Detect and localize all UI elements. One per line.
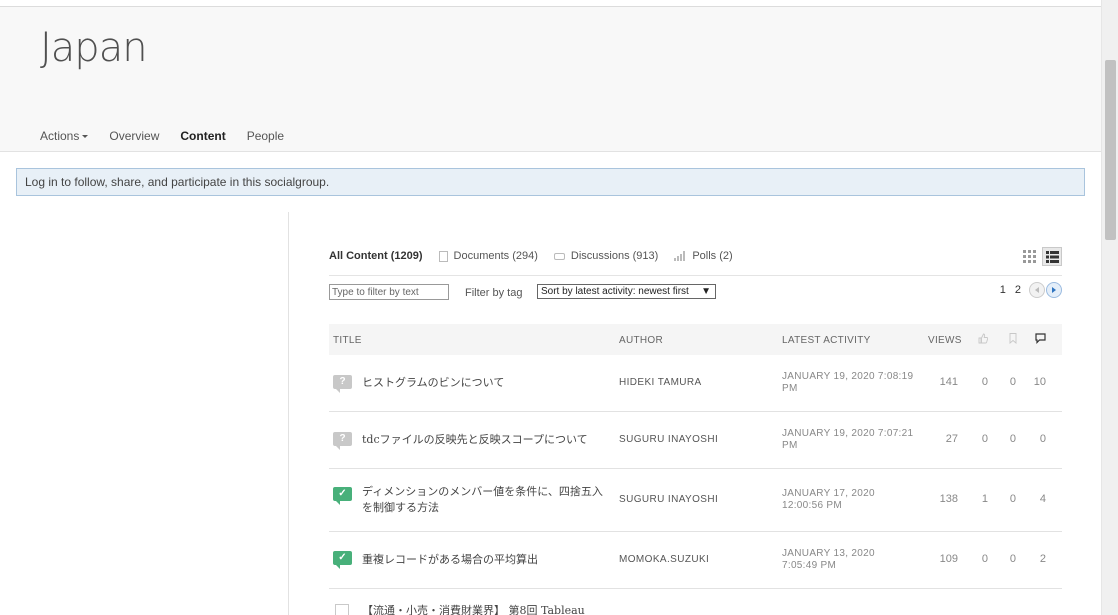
table-row[interactable]: ? ヒストグラムのビンについて HIDEKI TAMURA JANUARY 19… [329, 355, 1062, 412]
tab-discussions-label: Discussions (913) [570, 250, 659, 262]
row-bookmarks: 0 [1009, 376, 1016, 388]
row-views: 138 [939, 493, 958, 505]
tab-all-content[interactable]: All Content (1209) [329, 250, 423, 262]
row-views: 109 [939, 553, 958, 565]
tab-documents[interactable]: Documents (294) [438, 250, 538, 262]
row-bookmarks: 0 [1009, 493, 1016, 505]
poll-icon [674, 251, 686, 261]
answered-icon: ✓ [333, 487, 352, 505]
group-header: Japan Actions Overview Content People [0, 7, 1101, 152]
tab-documents-label: Documents (294) [453, 250, 538, 262]
dropdown-arrow-icon: ▼ [701, 286, 711, 297]
pagination: 1 2 [991, 282, 1062, 298]
document-icon [438, 250, 448, 262]
list-view-button[interactable] [1042, 247, 1062, 266]
tab-polls[interactable]: Polls (2) [674, 250, 733, 262]
question-icon: ? [333, 432, 352, 450]
sort-select[interactable]: Sort by latest activity: newest first ▼ [537, 284, 716, 299]
bookmark-icon[interactable] [1009, 333, 1017, 344]
vertical-scrollbar[interactable] [1101, 0, 1118, 615]
row-likes: 1 [981, 493, 988, 505]
chevron-right-icon [1052, 287, 1056, 293]
thumbs-up-icon[interactable] [978, 333, 988, 344]
filter-by-tag-link[interactable]: Filter by tag [465, 287, 522, 299]
row-replies: 2 [1039, 553, 1046, 565]
comment-icon[interactable] [1035, 333, 1046, 344]
document-icon [335, 604, 349, 615]
row-latest-activity: JANUARY 19, 2020 7:08:19 PM [782, 371, 914, 394]
row-latest-activity: JANUARY 13, 2020 7:05:49 PM [782, 548, 875, 571]
row-likes: 0 [981, 376, 988, 388]
view-toggle [1019, 247, 1062, 266]
nav-overview[interactable]: Overview [109, 129, 159, 143]
col-title[interactable]: TITLE [333, 335, 362, 346]
row-author-link[interactable]: MOMOKA.SUZUKI [619, 554, 709, 565]
filter-text-input[interactable] [329, 284, 449, 300]
row-author-link[interactable]: SUGURU INAYOSHI [619, 434, 718, 445]
col-views[interactable]: VIEWS [928, 335, 962, 346]
group-nav: Actions Overview Content People [40, 129, 305, 143]
row-author-link[interactable]: HIDEKI TAMURA [619, 377, 702, 388]
answered-icon: ✓ [333, 551, 352, 569]
row-title-link[interactable]: ヒストグラムのビンについて [362, 375, 612, 391]
prev-page-button[interactable] [1029, 282, 1045, 298]
row-replies: 10 [1033, 376, 1046, 388]
table-row[interactable]: ✓ 重複レコードがある場合の平均算出 MOMOKA.SUZUKI JANUARY… [329, 532, 1062, 589]
scrollbar-thumb[interactable] [1105, 60, 1116, 240]
next-page-button[interactable] [1046, 282, 1062, 298]
page-2[interactable]: 2 [1015, 284, 1021, 296]
grid-icon [1022, 250, 1036, 263]
nav-actions-label: Actions [40, 129, 80, 143]
row-bookmarks: 0 [1009, 433, 1016, 445]
row-likes: 0 [981, 433, 988, 445]
row-title-link[interactable]: ディメンションのメンバー値を条件に、四捨五入を制御する方法 [362, 484, 607, 516]
table-header: TITLE AUTHOR LATEST ACTIVITY VIEWS [329, 324, 1062, 355]
discussion-icon [553, 252, 565, 260]
nav-content[interactable]: Content [180, 129, 225, 143]
divider [329, 275, 1062, 276]
sidebar-divider [288, 212, 289, 615]
caret-down-icon [82, 135, 89, 139]
table-row[interactable]: ? tdcファイルの反映先と反映スコープについて SUGURU INAYOSHI… [329, 412, 1062, 469]
col-author[interactable]: AUTHOR [619, 335, 663, 346]
row-title-link[interactable]: 重複レコードがある場合の平均算出 [362, 552, 612, 568]
row-latest-activity: JANUARY 19, 2020 7:07:21 PM [782, 428, 914, 451]
row-author-link[interactable]: SUGURU INAYOSHI [619, 494, 718, 505]
question-icon: ? [333, 375, 352, 393]
row-bookmarks: 0 [1009, 553, 1016, 565]
thumbnail-view-button[interactable] [1019, 247, 1039, 266]
table-row[interactable]: ✓ ディメンションのメンバー値を条件に、四捨五入を制御する方法 SUGURU I… [329, 469, 1062, 532]
row-likes: 0 [981, 553, 988, 565]
col-latest-activity[interactable]: LATEST ACTIVITY [782, 335, 871, 346]
row-title-link[interactable]: 【流通・小売・消費財業界】 第8回 Tableau [362, 603, 662, 615]
table-row[interactable]: 【流通・小売・消費財業界】 第8回 Tableau [329, 589, 1062, 615]
row-latest-activity: JANUARY 17, 2020 12:00:56 PM [782, 488, 875, 511]
tab-polls-label: Polls (2) [692, 250, 733, 262]
page-1[interactable]: 1 [1000, 284, 1006, 296]
content-type-tabs: All Content (1209) Documents (294) Discu… [329, 250, 749, 262]
row-views: 141 [939, 376, 958, 388]
sort-select-value: Sort by latest activity: newest first [541, 286, 689, 297]
row-views: 27 [945, 433, 958, 445]
nav-people[interactable]: People [247, 129, 284, 143]
row-title-link[interactable]: tdcファイルの反映先と反映スコープについて [362, 432, 622, 448]
row-replies: 4 [1039, 493, 1046, 505]
chevron-left-icon [1035, 287, 1039, 293]
list-icon [1045, 250, 1059, 263]
nav-actions[interactable]: Actions [40, 129, 89, 143]
page-title: Japan [40, 25, 148, 71]
tab-discussions[interactable]: Discussions (913) [553, 250, 659, 262]
filter-row: Filter by tag Sort by latest activity: n… [329, 282, 1062, 302]
row-replies: 0 [1039, 433, 1046, 445]
login-banner: Log in to follow, share, and participate… [16, 168, 1085, 196]
